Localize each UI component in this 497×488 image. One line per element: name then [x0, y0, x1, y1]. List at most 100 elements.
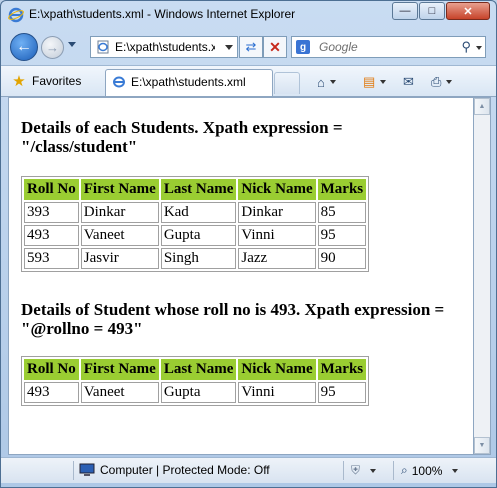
status-bar: Computer | Protected Mode: Off ⛨ ⌕ 100%: [1, 457, 496, 483]
google-icon: g: [296, 40, 310, 54]
page-icon: [113, 76, 125, 88]
cell-nick-name: Dinkar: [238, 202, 316, 223]
zoom-icon: ⌕: [401, 463, 408, 477]
cell-marks: 95: [317, 382, 367, 403]
scroll-up-arrow-icon[interactable]: ▲: [474, 98, 490, 115]
close-icon: ✕: [463, 5, 473, 18]
cell-roll-no: 493: [24, 382, 79, 403]
table-row: 493 Vaneet Gupta Vinni 95: [24, 382, 367, 403]
page-icon: [97, 40, 109, 54]
students-table: Roll No First Name Last Name Nick Name M…: [21, 176, 370, 272]
title-bar: E:\xpath\students.xml - Windows Internet…: [1, 1, 496, 29]
cell-first-name: Vaneet: [80, 225, 159, 246]
scroll-down-arrow-icon[interactable]: ▼: [474, 437, 490, 454]
column-header: Marks: [317, 179, 367, 200]
column-header: Nick Name: [238, 179, 316, 200]
search-icon[interactable]: ⚲: [461, 39, 471, 55]
search-options-dropdown[interactable]: [476, 46, 482, 50]
status-divider: [393, 461, 394, 480]
cell-first-name: Vaneet: [80, 382, 159, 403]
cell-first-name: Jasvir: [80, 248, 159, 269]
table-header-row: Roll No First Name Last Name Nick Name M…: [24, 179, 367, 200]
zoom-button[interactable]: ⌕ 100%: [401, 463, 459, 478]
refresh-button[interactable]: ⇄: [239, 36, 263, 58]
security-zone[interactable]: Computer | Protected Mode: Off: [79, 463, 270, 477]
maximize-icon: □: [428, 5, 436, 17]
cell-last-name: Kad: [160, 202, 237, 223]
favorites-button[interactable]: ★ Favorites: [11, 71, 81, 91]
zone-text: Computer | Protected Mode: Off: [100, 463, 270, 477]
browser-window: E:\xpath\students.xml - Windows Internet…: [0, 0, 497, 488]
cell-last-name: Gupta: [160, 225, 237, 246]
rss-icon: ▤: [363, 74, 376, 89]
maximize-button[interactable]: □: [419, 2, 445, 20]
cell-marks: 95: [317, 225, 367, 246]
heading-all-students: Details of each Students. Xpath expressi…: [21, 118, 343, 156]
tab-title: E:\xpath\students.xml: [131, 75, 246, 89]
page-viewport: Details of each Students. Xpath expressi…: [8, 97, 474, 455]
ie-logo-icon: [8, 7, 24, 23]
mail-icon: ✉: [403, 74, 414, 89]
cell-roll-no: 493: [24, 225, 79, 246]
home-icon: ⌂: [317, 74, 325, 90]
tab-active[interactable]: E:\xpath\students.xml: [105, 69, 273, 96]
stop-button[interactable]: ✕: [263, 36, 287, 58]
close-button[interactable]: ✕: [446, 2, 490, 20]
computer-icon: [79, 463, 95, 476]
print-button[interactable]: ⎙: [431, 72, 453, 92]
shield-icon: ⛨: [351, 463, 361, 477]
address-text[interactable]: E:\xpath\students.x: [115, 40, 215, 54]
table-header-row: Roll No First Name Last Name Nick Name M…: [24, 359, 367, 380]
address-bar[interactable]: E:\xpath\students.x: [90, 36, 238, 58]
cell-last-name: Gupta: [160, 382, 237, 403]
feeds-button[interactable]: ▤: [363, 72, 387, 92]
cell-marks: 90: [317, 248, 367, 269]
printer-icon: ⎙: [431, 74, 442, 89]
column-header: Marks: [317, 359, 367, 380]
window-controls: — □ ✕: [392, 2, 490, 20]
cell-roll-no: 593: [24, 248, 79, 269]
column-header: First Name: [80, 359, 159, 380]
back-button[interactable]: ←: [10, 33, 38, 61]
minimize-button[interactable]: —: [392, 2, 418, 20]
heading-filtered-student: Details of Student whose roll no is 493.…: [21, 300, 445, 338]
refresh-icon: ⇄: [245, 39, 257, 54]
home-button[interactable]: ⌂: [317, 72, 336, 92]
popup-blocker-button[interactable]: ⛨: [351, 463, 377, 478]
cell-nick-name: Jazz: [238, 248, 316, 269]
minimize-icon: —: [399, 5, 411, 17]
back-arrow-icon: ←: [16, 38, 32, 55]
search-input[interactable]: Google: [319, 40, 358, 54]
star-icon: ★: [12, 73, 26, 90]
favorites-label: Favorites: [32, 74, 82, 88]
read-mail-button[interactable]: ✉: [403, 72, 414, 92]
favorites-bar: ★ Favorites E:\xpath\students.xml ⌂ ▤ ✉ …: [1, 65, 496, 97]
address-dropdown-icon[interactable]: [225, 45, 233, 50]
table-row: 493 Vaneet Gupta Vinni 95: [24, 225, 367, 246]
new-tab-button[interactable]: [274, 72, 300, 94]
cell-nick-name: Vinni: [238, 225, 316, 246]
search-box[interactable]: g Google ⚲: [291, 36, 486, 58]
recent-pages-dropdown[interactable]: [68, 42, 76, 47]
column-header: Last Name: [160, 359, 237, 380]
vertical-scrollbar[interactable]: ▲ ▼: [474, 97, 491, 455]
column-header: Last Name: [160, 179, 237, 200]
filtered-student-table: Roll No First Name Last Name Nick Name M…: [21, 356, 370, 406]
table-row: 593 Jasvir Singh Jazz 90: [24, 248, 367, 269]
cell-first-name: Dinkar: [80, 202, 159, 223]
column-header: Roll No: [24, 359, 79, 380]
window-title: E:\xpath\students.xml - Windows Internet…: [29, 7, 296, 21]
column-header: Nick Name: [238, 359, 316, 380]
column-header: First Name: [80, 179, 159, 200]
navigation-bar: ← → E:\xpath\students.x ⇄ ✕ g Google ⚲: [1, 29, 496, 65]
cell-last-name: Singh: [160, 248, 237, 269]
cell-roll-no: 393: [24, 202, 79, 223]
cell-nick-name: Vinni: [238, 382, 316, 403]
table-row: 393 Dinkar Kad Dinkar 85: [24, 202, 367, 223]
cell-marks: 85: [317, 202, 367, 223]
forward-arrow-icon: →: [46, 40, 59, 55]
forward-button[interactable]: →: [41, 36, 64, 59]
stop-icon: ✕: [269, 38, 281, 55]
status-divider: [73, 461, 74, 480]
zoom-level: 100%: [411, 463, 443, 478]
